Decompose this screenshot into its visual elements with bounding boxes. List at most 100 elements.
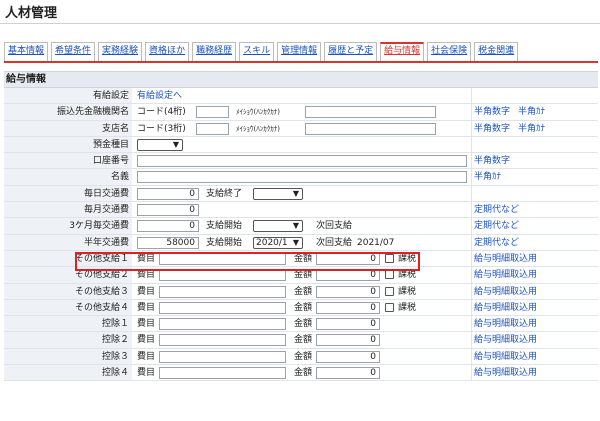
label-deduction: 控除３	[4, 348, 132, 365]
label-quarterly-transport: 3ケ月毎交通費	[4, 218, 132, 234]
item-input[interactable]	[159, 269, 286, 282]
payment-start-label: 支給開始	[206, 237, 243, 248]
tab-career-history[interactable]: 職務経歴	[192, 42, 237, 61]
item-input[interactable]	[159, 318, 286, 331]
payment-end-select[interactable]: ▼	[253, 187, 303, 200]
label-other-pay: その他支給４	[4, 299, 132, 316]
branch-kana-label: ﾒｲｼｮｳ(ﾊﾝｶｸｶﾅ)	[236, 124, 280, 133]
note-payroll-import: 給与明細取込用	[471, 250, 598, 267]
chevron-down-icon: ▼	[172, 139, 179, 149]
tab-history-schedule[interactable]: 履歴と予定	[324, 42, 378, 61]
amount-input[interactable]: 0	[316, 350, 380, 363]
halfyear-transport-input[interactable]: 58000	[137, 236, 199, 249]
branch-code-input[interactable]	[196, 122, 229, 135]
tab-desired-conditions[interactable]: 希望条件	[51, 42, 96, 61]
next-payment-label: 次回支給	[316, 221, 353, 232]
label-deduction: 控除４	[4, 365, 132, 381]
row-other-pay: その他支給４ 費目 金額 0 課税 給与明細取込用	[4, 299, 598, 317]
quarterly-transport-input[interactable]: 0	[137, 220, 199, 233]
daily-transport-input[interactable]: 0	[137, 187, 199, 200]
note-account-number: 半角数字	[471, 153, 598, 169]
note-monthly-transport: 定期代など	[471, 202, 598, 218]
amount-label: 金額	[294, 302, 313, 313]
bank-code-input[interactable]	[196, 106, 229, 119]
page-title: 人材管理	[5, 6, 58, 21]
item-label: 費目	[137, 368, 156, 379]
note-bank: 半角数字 半角ｶﾅ	[471, 104, 598, 120]
account-type-select[interactable]: ▼	[137, 138, 183, 151]
highlight-box	[75, 252, 420, 271]
item-input[interactable]	[159, 285, 286, 298]
amount-input[interactable]: 0	[316, 269, 380, 282]
note-halfwidth-digits: 半角数字	[474, 123, 511, 134]
note-payroll-import: 給与明細取込用	[471, 283, 598, 299]
note-halfyear-transport: 定期代など	[471, 234, 598, 250]
row-account-type: 預金種目 ▼	[4, 136, 598, 154]
bank-name-input[interactable]	[305, 106, 436, 119]
amount-label: 金額	[294, 351, 313, 362]
label-other-pay: その他支給３	[4, 283, 132, 299]
taxable-checkbox[interactable]	[385, 270, 394, 280]
label-account-number: 口座番号	[4, 153, 132, 169]
tab-qualifications[interactable]: 資格ほか	[145, 42, 190, 61]
note-quarterly-transport: 定期代など	[471, 218, 598, 234]
label-account-holder: 名義	[4, 169, 132, 185]
label-bank: 振込先金融機関名	[4, 104, 132, 120]
item-label: 費目	[137, 319, 156, 330]
row-deduction: 控除４ 費目 金額 0 給与明細取込用	[4, 365, 598, 382]
note-payroll-import: 給与明細取込用	[471, 365, 598, 381]
paid-leave-link[interactable]: 有給設定へ	[137, 88, 182, 104]
label-paid-leave: 有給設定	[4, 88, 132, 104]
row-deduction: 控除１ 費目 金額 0 給与明細取込用	[4, 316, 598, 333]
note-payroll-import: 給与明細取込用	[471, 267, 598, 283]
note-payroll-import: 給与明細取込用	[471, 316, 598, 332]
note-empty	[471, 185, 598, 202]
item-input[interactable]	[159, 334, 286, 347]
taxable-checkbox[interactable]	[385, 302, 394, 312]
tab-management-info[interactable]: 管理情報	[277, 42, 322, 61]
next-payment-label: 次回支給	[316, 237, 353, 248]
tab-work-experience[interactable]: 実務経験	[98, 42, 143, 61]
account-holder-input[interactable]	[137, 171, 467, 184]
note-empty	[471, 136, 598, 153]
taxable-label: 課税	[398, 302, 417, 313]
salary-form: 給与情報 有給設定 有給設定へ 振込先金融機関名 コード(4桁) ﾒｲｼｮｳ(ﾊ…	[4, 71, 598, 382]
taxable-checkbox[interactable]	[385, 286, 394, 296]
label-deduction: 控除２	[4, 332, 132, 348]
tab-tax[interactable]: 税金関連	[474, 42, 519, 61]
note-branch: 半角数字 半角ｶﾅ	[471, 120, 598, 136]
row-branch: 支店名 コード(3桁) ﾒｲｼｮｳ(ﾊﾝｶｸｶﾅ) 半角数字 半角ｶﾅ	[4, 120, 598, 137]
row-quarterly-transport: 3ケ月毎交通費 0 支給開始 ▼ 次回支給 定期代など	[4, 218, 598, 235]
note-halfwidth-kana: 半角ｶﾅ	[518, 107, 546, 118]
item-label: 費目	[137, 351, 156, 362]
amount-input[interactable]: 0	[316, 318, 380, 331]
section-title: 給与情報	[4, 72, 598, 88]
payment-end-label: 支給終了	[206, 188, 243, 199]
amount-input[interactable]: 0	[316, 285, 380, 298]
label-daily-transport: 毎日交通費	[4, 185, 132, 202]
payment-start-select[interactable]: 2020/1 ▼	[253, 236, 303, 249]
item-input[interactable]	[159, 367, 286, 380]
tab-social-insurance[interactable]: 社会保険	[427, 42, 472, 61]
account-number-input[interactable]	[137, 155, 467, 168]
chevron-down-icon: ▼	[292, 221, 299, 231]
label-account-type: 預金種目	[4, 136, 132, 153]
tab-basic-info[interactable]: 基本情報	[4, 42, 49, 61]
item-label: 費目	[137, 286, 156, 297]
branch-name-input[interactable]	[305, 122, 436, 135]
amount-input[interactable]: 0	[316, 367, 380, 380]
payment-start-select[interactable]: ▼	[253, 220, 303, 233]
amount-input[interactable]: 0	[316, 334, 380, 347]
monthly-transport-input[interactable]: 0	[137, 204, 199, 217]
tab-bar: 基本情報 希望条件 実務経験 資格ほか 職務経歴 スキル 管理情報 履歴と予定 …	[4, 42, 598, 61]
tab-salary-info[interactable]: 給与情報	[380, 42, 425, 61]
label-deduction: 控除１	[4, 316, 132, 332]
next-payment-date: 2021/07	[357, 237, 395, 248]
label-branch: 支店名	[4, 120, 132, 136]
label-halfyear-transport: 半年交通費	[4, 234, 132, 250]
note-halfwidth-digits: 半角数字	[474, 107, 511, 118]
item-input[interactable]	[159, 301, 286, 314]
tab-skills[interactable]: スキル	[239, 42, 275, 61]
amount-input[interactable]: 0	[316, 301, 380, 314]
item-input[interactable]	[159, 350, 286, 363]
